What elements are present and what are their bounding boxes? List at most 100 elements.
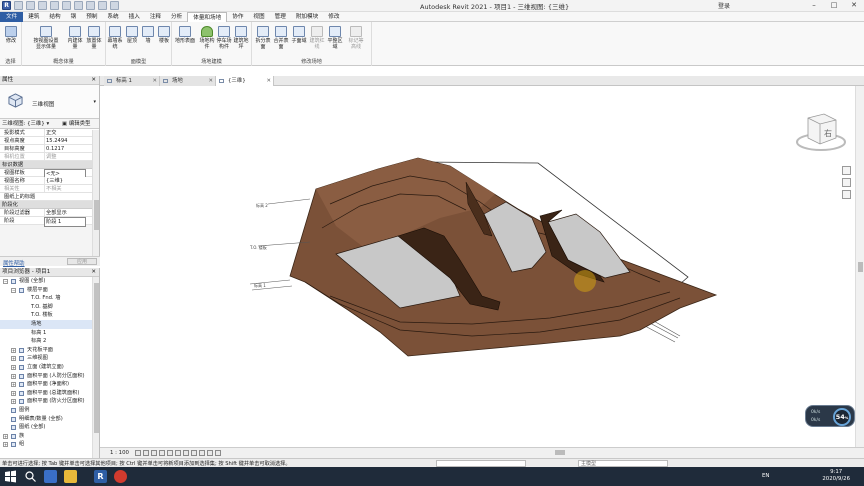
face-floor-button[interactable]: 楼板 [155, 26, 173, 44]
menu-tab-13[interactable]: 附加模块 [291, 12, 323, 22]
menu-tab-10[interactable]: 协作 [227, 12, 248, 22]
properties-help-link[interactable]: 属性帮助 [3, 259, 25, 267]
open-icon[interactable] [14, 1, 23, 10]
sync-icon[interactable] [38, 1, 47, 10]
menu-tab-7[interactable]: 注释 [145, 12, 166, 22]
tree-item[interactable]: 标高 1 [0, 329, 99, 338]
close-icon[interactable]: ✕ [91, 268, 96, 277]
site-component-button[interactable]: 场地构件 [198, 26, 216, 50]
zoom-icon[interactable] [842, 178, 851, 187]
menu-tab-6[interactable]: 插入 [124, 12, 145, 22]
view-scale[interactable]: 1 : 100 [110, 450, 129, 456]
zoom-region-icon[interactable] [842, 190, 851, 199]
menu-tab-9[interactable]: 体量和场地 [187, 11, 228, 22]
tree-item[interactable]: 明细表/数量 (全部) [0, 415, 99, 424]
expand-icon[interactable]: + [11, 390, 16, 396]
expand-icon[interactable]: + [11, 364, 16, 370]
chevron-down-icon[interactable]: ▾ [93, 99, 96, 105]
input-language[interactable]: EN [762, 473, 769, 479]
visual-style-icon[interactable] [143, 450, 149, 456]
menu-tab-14[interactable]: 修改 [323, 12, 344, 22]
analytical-model-icon[interactable] [215, 450, 221, 456]
property-row[interactable]: 相机位置 调整 [0, 153, 99, 161]
reveal-hidden-icon[interactable] [207, 450, 213, 456]
property-value[interactable]: 全部显示 [44, 209, 86, 217]
tree-item[interactable]: + 面积平面 (总建筑面积) [0, 389, 99, 398]
viewport-vertical-scrollbar[interactable] [855, 86, 864, 447]
browser-scrollbar[interactable] [92, 277, 99, 460]
menu-tab-3[interactable]: 钢 [66, 12, 82, 22]
menu-tab-12[interactable]: 管理 [270, 12, 291, 22]
tree-item[interactable]: 图纸 (全部) [0, 423, 99, 432]
render-icon[interactable] [167, 450, 173, 456]
viewcube[interactable]: 右 [794, 108, 848, 156]
3d-view-icon[interactable] [110, 1, 119, 10]
shadows-icon[interactable] [159, 450, 165, 456]
collapse-icon[interactable]: − [11, 287, 16, 293]
property-value[interactable]: 不相关 [44, 185, 86, 193]
menu-tab-8[interactable]: 分析 [166, 12, 187, 22]
tree-item[interactable]: + 三维视图 [0, 354, 99, 363]
property-value[interactable]: 阶段 1 [44, 217, 86, 227]
expand-icon[interactable]: + [11, 373, 16, 379]
graded-region-button[interactable]: 平整区域 [326, 26, 344, 50]
menu-tab-11[interactable]: 视图 [248, 12, 269, 22]
property-row[interactable]: 视点高度 15.2494 [0, 137, 99, 145]
tree-item[interactable]: T.O. 基脚 [0, 303, 99, 312]
type-selector[interactable]: 三维视图 ▾ [0, 85, 99, 119]
collapse-icon[interactable]: − [3, 279, 8, 284]
measure-icon[interactable] [86, 1, 95, 10]
property-line-button[interactable]: 建筑红线 [308, 26, 326, 50]
tree-item[interactable]: + 天花板平面 [0, 346, 99, 355]
close-icon[interactable]: ✕ [266, 76, 271, 86]
save-icon[interactable] [26, 1, 35, 10]
property-row[interactable]: 相关性 不相关 [0, 185, 99, 193]
property-value[interactable]: {三维} [44, 177, 86, 185]
viewport-horizontal-scrollbar[interactable] [235, 449, 855, 456]
redo-icon[interactable] [62, 1, 71, 10]
text-icon[interactable] [98, 1, 107, 10]
menu-tab-2[interactable]: 结构 [44, 12, 65, 22]
file-explorer-icon[interactable] [64, 470, 77, 483]
tree-item[interactable]: 标高 2 [0, 337, 99, 346]
minimize-button[interactable]: – [804, 0, 824, 12]
tree-item[interactable]: − 楼层平面 [0, 286, 99, 295]
curtain-system-button[interactable]: 幕墙系统 [106, 26, 124, 50]
tree-item[interactable]: − 视图 (全部) [0, 277, 99, 286]
search-icon[interactable] [24, 470, 37, 483]
tab-3d-view[interactable]: {三维} ✕ [216, 76, 274, 86]
expand-icon[interactable]: + [11, 382, 16, 388]
windows-start-icon[interactable] [4, 470, 17, 483]
expand-icon[interactable]: + [11, 347, 16, 353]
merge-surface-button[interactable]: 合并表面 [272, 26, 290, 50]
tree-item[interactable]: + 面积平面 (防火分区面积) [0, 397, 99, 406]
subregion-button[interactable]: 子面域 [290, 26, 308, 44]
design-option-dropdown[interactable]: 主模型 [578, 460, 668, 467]
split-surface-button[interactable]: 拆分表面 [254, 26, 272, 50]
temporary-hide-icon[interactable] [199, 450, 205, 456]
apply-button[interactable]: 应用 [67, 258, 97, 265]
workset-dropdown[interactable] [436, 460, 526, 467]
menu-tab-1[interactable]: 建筑 [23, 12, 44, 22]
instance-filter[interactable]: 三维视图: {三维} ▾ ▣ 编辑类型 [0, 119, 99, 129]
close-icon[interactable]: ✕ [152, 76, 157, 86]
parking-component-button[interactable]: 停车场构件 [215, 26, 233, 50]
inplace-mass-button[interactable]: 内建体量 [66, 26, 84, 50]
expand-icon[interactable]: + [3, 442, 8, 448]
show-mass-button[interactable]: 按视图设置显示体量 [32, 26, 60, 50]
terrain-model[interactable]: 标高 2 T.O. 楼板 标高 1 [100, 86, 864, 447]
revit-logo-icon[interactable]: R [2, 1, 11, 10]
tree-item[interactable]: + 立面 (建筑立面) [0, 363, 99, 372]
property-row[interactable]: 目标高度 0.1217 [0, 145, 99, 153]
expand-icon[interactable]: + [11, 356, 16, 362]
property-row[interactable]: 阶段 阶段 1 [0, 217, 99, 227]
edit-type-button[interactable]: ▣ 编辑类型 [62, 119, 90, 129]
tree-item[interactable]: + 组 [0, 440, 99, 449]
undo-icon[interactable] [50, 1, 59, 10]
revit-taskbar-icon[interactable]: R [94, 470, 107, 483]
expand-icon[interactable]: + [11, 399, 16, 405]
recorder-icon[interactable] [114, 470, 127, 483]
sun-path-icon[interactable] [151, 450, 157, 456]
detail-level-icon[interactable] [135, 450, 141, 456]
tree-item[interactable]: T.O. Fnd. 墙 [0, 294, 99, 303]
